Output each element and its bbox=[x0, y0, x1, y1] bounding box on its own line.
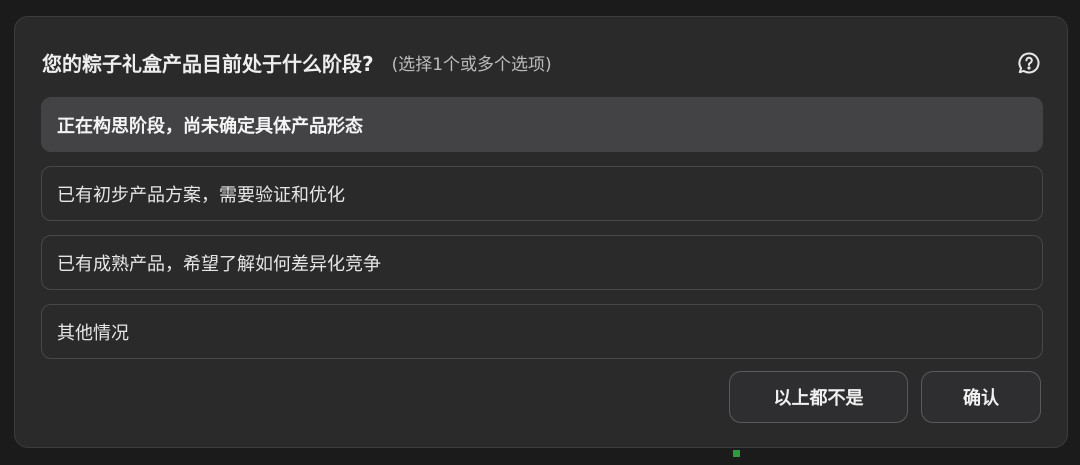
dialog-footer: 以上都不是 确认 bbox=[729, 371, 1041, 423]
option-label: 已有成熟产品，希望了解如何差异化竞争 bbox=[57, 253, 381, 275]
question-dialog: 您的粽子礼盒产品目前处于什么阶段? (选择1个或多个选项) 正在构思阶段，尚未确… bbox=[14, 16, 1068, 448]
option-label: 正在构思阶段，尚未确定具体产品形态 bbox=[57, 115, 363, 137]
help-button[interactable] bbox=[1015, 49, 1043, 77]
options-list: 正在构思阶段，尚未确定具体产品形态 已有初步产品方案，需要验证和优化 已有成熟产… bbox=[41, 97, 1043, 373]
option-3[interactable]: 已有成熟产品，希望了解如何差异化竞争 bbox=[41, 235, 1043, 290]
status-indicator bbox=[733, 450, 740, 457]
help-question-bubble-icon bbox=[1018, 52, 1040, 74]
question-title: 您的粽子礼盒产品目前处于什么阶段? bbox=[42, 51, 374, 76]
confirm-button[interactable]: 确认 bbox=[921, 371, 1041, 423]
option-4[interactable]: 其他情况 bbox=[41, 304, 1043, 359]
option-1[interactable]: 正在构思阶段，尚未确定具体产品形态 bbox=[41, 97, 1043, 152]
none-of-above-button[interactable]: 以上都不是 bbox=[729, 371, 908, 423]
dialog-header: 您的粽子礼盒产品目前处于什么阶段? (选择1个或多个选项) bbox=[42, 47, 1043, 77]
selection-hint: (选择1个或多个选项) bbox=[391, 54, 552, 75]
option-2[interactable]: 已有初步产品方案，需要验证和优化 bbox=[41, 166, 1043, 221]
option-label: 已有初步产品方案，需要验证和优化 bbox=[57, 184, 345, 206]
option-label: 其他情况 bbox=[57, 322, 129, 344]
